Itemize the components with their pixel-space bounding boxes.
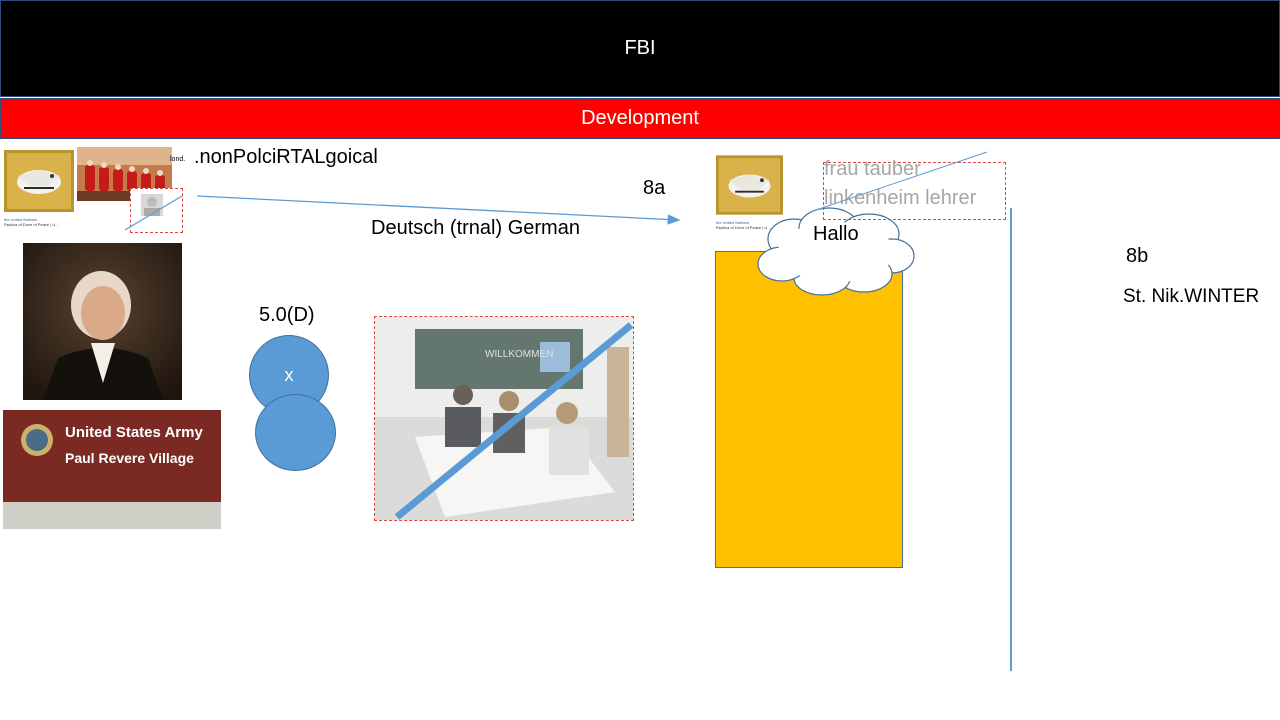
- hallo-label: Hallo: [813, 223, 859, 245]
- dove-caption-title: Replica of Dove of Peace | U...: [4, 222, 59, 227]
- dove-of-peace-image: the United Nations Replica of Dove of Pe…: [4, 150, 74, 230]
- army-sign-line1: United States Army: [65, 424, 203, 441]
- non-political-label: .nonPolciRTALgoical: [194, 146, 378, 168]
- circle-bottom: [255, 394, 336, 471]
- tiny-prefix-label: lond.: [170, 156, 186, 163]
- teacher-diagonal-line: [809, 151, 988, 213]
- st-nik-winter-label: St. Nik.WINTER: [1123, 286, 1260, 307]
- label-8b: 8b: [1126, 245, 1149, 267]
- label-8a: 8a: [643, 177, 666, 199]
- army-sign-line2: Paul Revere Village: [65, 450, 194, 466]
- thumbnail-strike-line: [124, 195, 183, 231]
- dove-painting: [4, 150, 74, 212]
- page-title: FBI: [624, 37, 656, 59]
- vertical-divider-line: [1010, 208, 1012, 671]
- banner-label: Development: [581, 107, 699, 129]
- deutsch-label: Deutsch (trnal) German: [371, 217, 580, 239]
- grade-label: 5.0(D): [259, 304, 315, 326]
- circle-mark: x: [284, 364, 294, 385]
- army-sign-photo: United States Army Paul Revere Village: [3, 410, 221, 529]
- classroom-photo: WILLKOMMEN: [374, 316, 634, 521]
- portrait-painting: [23, 243, 182, 400]
- development-banner: Development: [0, 98, 1280, 139]
- title-bar: FBI: [0, 0, 1280, 97]
